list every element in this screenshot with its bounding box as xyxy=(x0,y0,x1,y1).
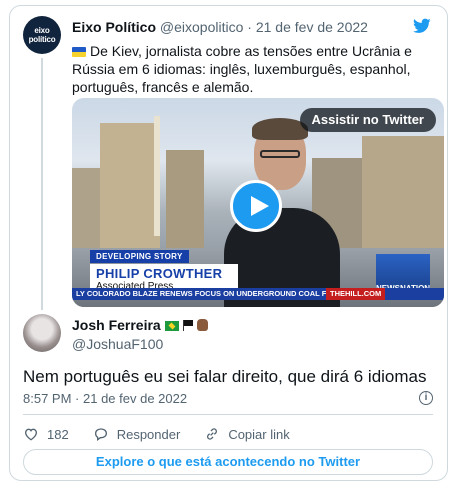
like-button[interactable]: 182 xyxy=(23,426,69,442)
josh-ferreira-avatar[interactable] xyxy=(23,314,61,352)
black-flag-icon xyxy=(182,320,194,331)
action-bar: 182 Responder Copiar link xyxy=(23,424,314,444)
tweet-embed-card: eixo político Eixo Político @eixopolitic… xyxy=(9,5,448,481)
avatar-text-line1: eixo xyxy=(34,26,50,35)
header-separator: · xyxy=(247,19,256,35)
reply-timestamp[interactable]: 8:57 PM · 21 de fev de 2022 xyxy=(23,391,187,406)
tweet-text-body: De Kiev, jornalista cobre as tensões ent… xyxy=(72,43,412,95)
ticker-text: LY COLORADO BLAZE RENEWS FOCUS ON UNDERG… xyxy=(76,289,344,298)
developing-story-label: DEVELOPING STORY xyxy=(90,250,189,263)
tweet-date[interactable]: 21 de fev de 2022 xyxy=(256,19,368,35)
raised-fist-icon xyxy=(196,319,208,331)
thread-connector-line xyxy=(41,58,43,310)
reply-text: Nem português eu sei falar direito, que … xyxy=(23,367,427,386)
copy-link-label: Copiar link xyxy=(228,426,290,442)
meta-separator: · xyxy=(75,391,83,406)
watch-on-twitter-button[interactable]: Assistir no Twitter xyxy=(299,108,436,132)
link-icon xyxy=(207,428,218,440)
comment-icon xyxy=(94,428,107,441)
explore-twitter-button[interactable]: Explore o que está acontecendo no Twitte… xyxy=(23,449,433,475)
video-frame-building xyxy=(100,123,160,253)
divider xyxy=(23,414,433,415)
reporter-name: PHILIP CROWTHER xyxy=(96,266,223,281)
brazil-flag-icon xyxy=(164,321,179,331)
reply-label: Responder xyxy=(116,426,181,442)
ukraine-flag-icon xyxy=(72,47,86,57)
ticker-site: THEHILL.COM xyxy=(326,288,386,300)
info-icon[interactable]: i xyxy=(419,391,433,405)
heart-icon xyxy=(24,428,38,441)
video-frame-building xyxy=(166,150,204,250)
author-name[interactable]: Eixo Político xyxy=(72,19,156,35)
video-frame-building xyxy=(72,168,102,258)
tweet-header: Eixo Político @eixopolitico · 21 de fev … xyxy=(72,19,368,35)
video-frame-building xyxy=(362,136,444,266)
author-handle[interactable]: @eixopolitico xyxy=(160,19,243,35)
reply-author-name[interactable]: Josh Ferreira xyxy=(72,317,161,333)
video-frame-monument xyxy=(154,116,160,236)
twitter-bird-icon[interactable] xyxy=(413,18,431,34)
video-player[interactable]: Assistir no Twitter DEVELOPING STORY PHI… xyxy=(72,98,444,307)
eixo-politico-avatar[interactable]: eixo político xyxy=(23,16,61,54)
reply-button[interactable]: Responder xyxy=(93,426,181,442)
video-frame-reporter-glasses xyxy=(260,150,300,158)
news-ticker: LY COLORADO BLAZE RENEWS FOCUS ON UNDERG… xyxy=(72,288,444,300)
copy-link-button[interactable]: Copiar link xyxy=(204,426,290,442)
reply-time: 8:57 PM xyxy=(23,391,72,406)
reply-author-row: Josh Ferreira xyxy=(72,317,208,333)
reply-date: 21 de fev de 2022 xyxy=(83,391,188,406)
news-lower-third: DEVELOPING STORY PHILIP CROWTHER Associa… xyxy=(90,246,290,294)
like-count: 182 xyxy=(47,426,69,442)
play-icon[interactable] xyxy=(230,180,282,232)
tweet-text: De Kiev, jornalista cobre as tensões ent… xyxy=(72,42,434,96)
reply-author-handle[interactable]: @JoshuaF100 xyxy=(72,336,163,352)
avatar-text-line2: político xyxy=(28,35,56,44)
